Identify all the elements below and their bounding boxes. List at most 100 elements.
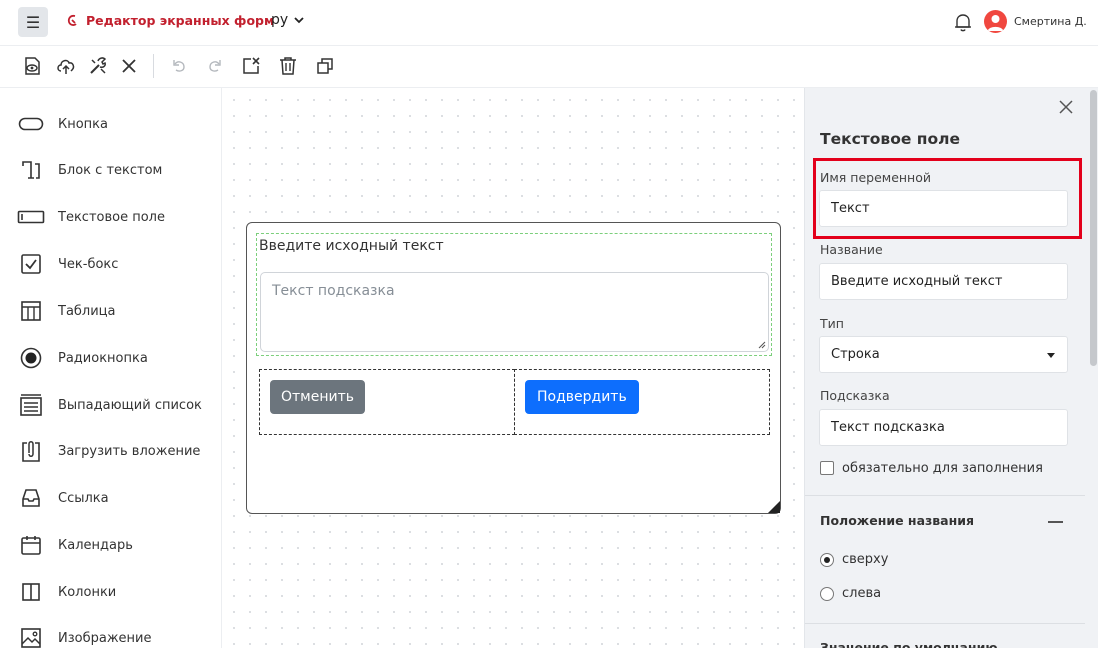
tools-icon (90, 57, 107, 74)
cloud-upload-icon (57, 59, 75, 74)
component-palette: Кнопка Блок с текстом Текстовое поле Чек… (0, 88, 222, 648)
hint-label: Подсказка (820, 388, 890, 403)
palette-item-label: Ссылка (58, 490, 109, 506)
hint-input[interactable]: Текст подсказка (819, 409, 1068, 446)
text-field-icon (17, 204, 45, 230)
palette-item-text-field[interactable]: Текстовое поле (0, 202, 222, 232)
properties-panel: Текстовое поле Имя переменной Текст Назв… (804, 88, 1098, 648)
palette-item-label: Чек-бокс (58, 256, 119, 272)
close-icon[interactable] (1057, 98, 1075, 116)
palette-item-attachment[interactable]: Загрузить вложение (0, 436, 222, 466)
required-checkbox[interactable] (820, 461, 834, 475)
palette-item-label: Радиокнопка (58, 350, 148, 366)
field-label: Введите исходный текст (259, 238, 444, 254)
palette-item-radio[interactable]: Радиокнопка (0, 343, 222, 373)
palette-item-label: Загрузить вложение (58, 443, 201, 459)
user-name[interactable]: Смертина Д. (1014, 15, 1087, 28)
bell-icon[interactable] (952, 11, 974, 33)
image-icon (17, 625, 45, 648)
palette-item-label: Изображение (58, 630, 152, 646)
palette-item-calendar[interactable]: Календарь (0, 530, 222, 560)
calendar-icon (17, 532, 45, 558)
close-icon (122, 59, 136, 73)
hint-value: Текст подсказка (831, 420, 945, 435)
redo-icon (209, 60, 221, 72)
checkbox-icon (17, 251, 45, 277)
app-header: ☰ Редактор экранных форм ру Смертина Д. (0, 0, 1098, 46)
attachment-icon (17, 438, 45, 464)
redo-button[interactable] (204, 55, 226, 77)
confirm-button[interactable]: Подвердить (525, 380, 639, 414)
palette-item-label: Выпадающий список (58, 397, 202, 413)
columns-icon (17, 579, 45, 605)
name-input[interactable]: Введите исходный текст (819, 263, 1068, 300)
palette-item-table[interactable]: Таблица (0, 296, 222, 326)
position-left-label[interactable]: слева (842, 586, 881, 601)
form-resize-handle[interactable] (768, 501, 780, 513)
language-value: ру (271, 12, 289, 28)
palette-item-button[interactable]: Кнопка (0, 109, 222, 139)
cancel-button-cell[interactable]: Отменить (259, 369, 515, 435)
collapse-icon[interactable] (1048, 521, 1063, 523)
variable-name-label: Имя переменной (820, 170, 931, 185)
hamburger-icon: ☰ (25, 12, 41, 32)
caret-down-icon (1047, 353, 1055, 358)
palette-item-checkbox[interactable]: Чек-бокс (0, 249, 222, 279)
name-value: Введите исходный текст (831, 274, 1003, 289)
duplicate-icon (317, 58, 333, 74)
palette-item-label: Блок с текстом (58, 162, 163, 178)
user-avatar[interactable] (984, 10, 1007, 33)
field-textarea[interactable]: Текст подсказка (260, 272, 769, 352)
palette-item-label: Текстовое поле (58, 209, 165, 225)
language-selector[interactable]: ру (271, 12, 304, 28)
chevron-down-icon (294, 16, 304, 23)
settings-button[interactable] (87, 55, 109, 77)
duplicate-button[interactable] (314, 55, 336, 77)
close-editor-button[interactable] (118, 55, 140, 77)
palette-item-dropdown[interactable]: Выпадающий список (0, 390, 222, 420)
dropdown-icon (17, 392, 45, 418)
preview-button[interactable] (22, 55, 44, 77)
app-title: Редактор экранных форм (86, 13, 275, 28)
field-placeholder: Текст подсказка (272, 283, 395, 299)
palette-item-label: Календарь (58, 537, 133, 553)
form-canvas[interactable]: Введите исходный текст Текст подсказка О… (222, 88, 804, 648)
toolbar (0, 46, 1098, 88)
text-field-component[interactable]: Введите исходный текст Текст подсказка (256, 233, 772, 356)
type-label: Тип (820, 316, 844, 331)
palette-item-link[interactable]: Ссылка (0, 483, 222, 513)
cancel-button[interactable]: Отменить (270, 380, 366, 414)
panel-scrollbar[interactable] (1087, 88, 1098, 648)
palette-item-columns[interactable]: Колонки (0, 577, 222, 607)
section-divider (805, 495, 1085, 496)
app-logo[interactable]: Редактор экранных форм (66, 13, 274, 28)
scrollbar-thumb[interactable] (1090, 90, 1097, 366)
variable-name-input[interactable]: Текст (819, 190, 1068, 227)
delete-button[interactable] (277, 55, 299, 77)
resize-grip-icon[interactable] (758, 341, 766, 349)
position-top-label[interactable]: сверху (842, 552, 888, 567)
required-label[interactable]: обязательно для заполнения (842, 461, 1043, 476)
section-divider (805, 623, 1085, 624)
position-left-radio[interactable] (820, 587, 834, 601)
menu-button[interactable]: ☰ (18, 7, 48, 37)
palette-item-label: Таблица (58, 303, 116, 319)
label-position-title: Положение названия (820, 513, 975, 528)
button-icon (17, 111, 45, 137)
form-container[interactable]: Введите исходный текст Текст подсказка О… (246, 222, 781, 514)
undo-button[interactable] (168, 55, 190, 77)
variable-name-value: Текст (831, 201, 870, 216)
default-value-title: Значение по умолчанию (820, 640, 998, 648)
clear-form-button[interactable] (240, 55, 262, 77)
logo-icon (67, 14, 77, 26)
save-cloud-button[interactable] (55, 55, 77, 77)
position-top-radio[interactable] (820, 553, 834, 567)
panel-title: Текстовое поле (820, 130, 961, 148)
palette-item-label: Кнопка (58, 116, 109, 132)
palette-item-text-block[interactable]: Блок с текстом (0, 155, 222, 185)
clear-icon (243, 57, 260, 74)
type-select[interactable]: Строка (819, 336, 1068, 373)
palette-item-image[interactable]: Изображение (0, 623, 222, 648)
user-icon (987, 15, 1004, 31)
confirm-button-cell[interactable]: Подвердить (514, 369, 770, 435)
